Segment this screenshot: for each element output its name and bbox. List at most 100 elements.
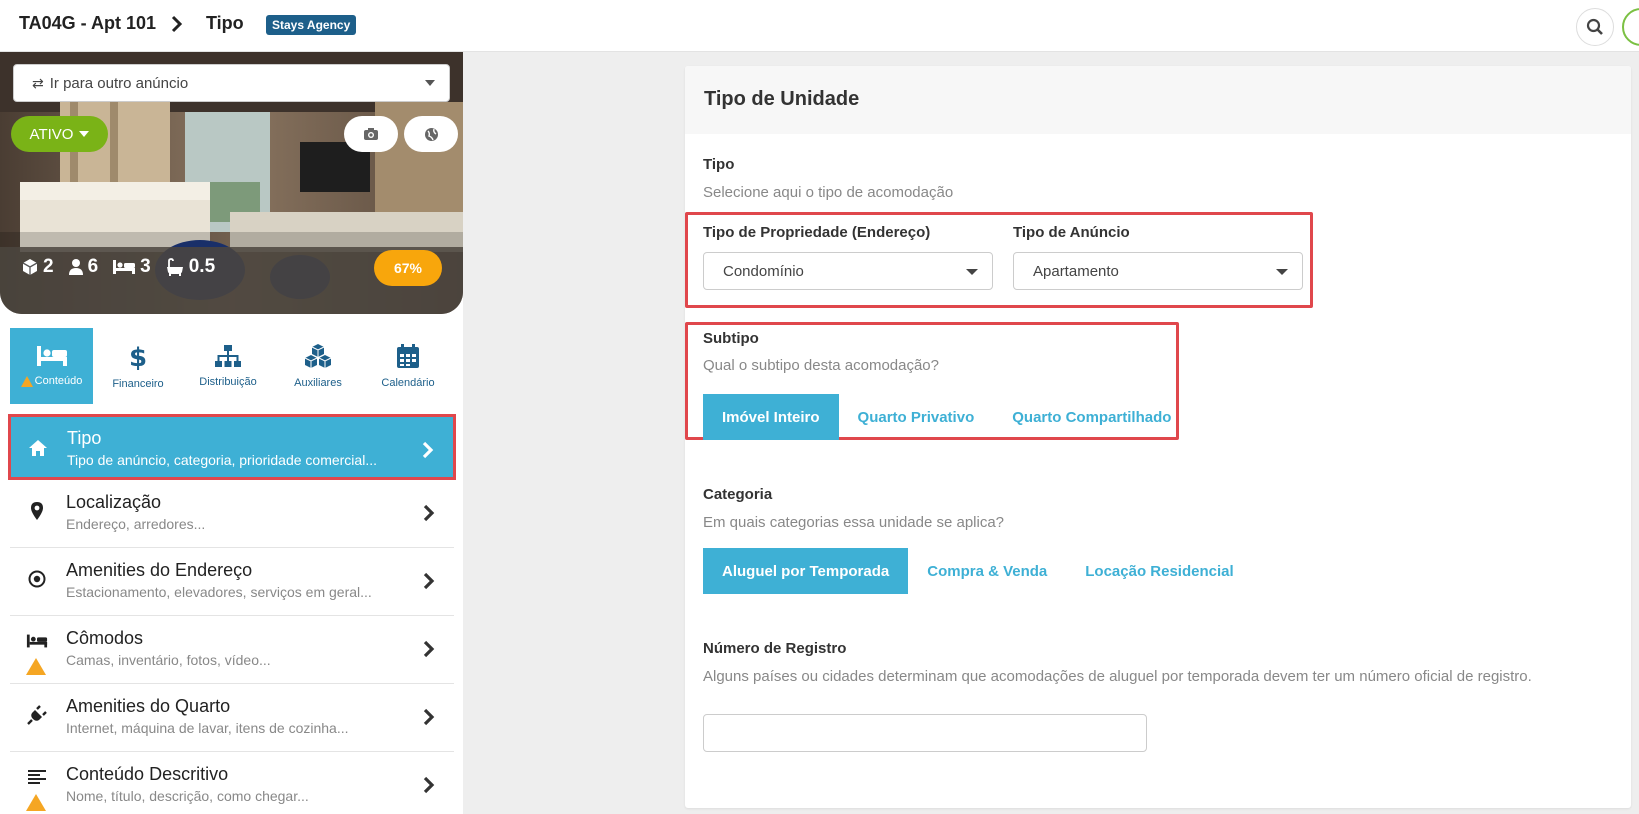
card-title: Tipo de Unidade: [704, 88, 860, 110]
bed-icon: [26, 634, 48, 648]
chevron-right-icon: [423, 572, 435, 590]
dollar-icon: $: [129, 343, 147, 370]
cubes-icon: [304, 344, 332, 368]
categoria-label: Categoria: [703, 486, 773, 503]
photos-button[interactable]: [344, 116, 398, 152]
map-button[interactable]: [404, 116, 458, 152]
completion-badge[interactable]: 67%: [374, 250, 442, 286]
registration-number-input[interactable]: [703, 714, 1147, 752]
plug-icon: [27, 705, 47, 725]
subtype-option-quarto-compartilhado[interactable]: Quarto Compartilhado: [993, 394, 1190, 440]
status-label: ATIVO: [29, 125, 74, 143]
tab-conteudo[interactable]: Conteúdo: [10, 328, 93, 404]
align-left-icon: [28, 770, 46, 784]
menu-item-subtitle: Tipo de anúncio, categoria, prioridade c…: [67, 452, 377, 468]
menu-item-title: Cômodos: [66, 628, 144, 648]
chevron-right-icon: [171, 15, 183, 33]
category-option-aluguel-temporada[interactable]: Aluguel por Temporada: [703, 548, 909, 594]
card-header: Tipo de Unidade: [685, 66, 1631, 134]
stat-units-value: 2: [43, 256, 54, 277]
registro-label: Número de Registro: [703, 640, 847, 657]
menu-item-subtitle: Estacionamento, elevadores, serviços em …: [66, 584, 372, 600]
menu-icon-amenities-endereco: [26, 568, 48, 590]
menu-item-conteudo-descritivo[interactable]: Conteúdo Descritivo Nome, título, descri…: [10, 752, 454, 814]
listing-photo: ⇄ Ir para outro anúncio ATIVO 2 6 3 0.5 …: [0, 52, 463, 314]
target-icon: [28, 570, 46, 588]
subtipo-label: Subtipo: [703, 330, 759, 347]
listing-type-value: Apartamento: [1033, 262, 1119, 280]
tab-auxiliares-label: Auxiliares: [294, 377, 342, 389]
cube-icon: [22, 259, 38, 275]
menu-item-subtitle: Endereço, arredores...: [66, 516, 206, 532]
chevron-right-icon: [422, 441, 434, 459]
search-button[interactable]: [1576, 8, 1614, 46]
tab-auxiliares[interactable]: Auxiliares: [273, 328, 363, 404]
listing-stats: 2 6 3 0.5: [21, 256, 229, 278]
menu-item-title: Localização: [66, 492, 162, 512]
exchange-icon: ⇄: [32, 74, 44, 91]
user-icon: [68, 259, 83, 275]
unit-type-card: Tipo de Unidade Tipo Selecione aqui o ti…: [685, 66, 1631, 808]
tab-financeiro-label: Financeiro: [112, 378, 164, 390]
categoria-help: Em quais categorias essa unidade se apli…: [703, 514, 1005, 531]
subtype-option-quarto-privativo[interactable]: Quarto Privativo: [839, 394, 994, 440]
subtype-segmented: Imóvel Inteiro Quarto Privativo Quarto C…: [703, 394, 1190, 440]
listing-type-label: Tipo de Anúncio: [1013, 224, 1130, 241]
category-segmented: Aluguel por Temporada Compra & Venda Loc…: [703, 548, 1253, 594]
tab-financeiro[interactable]: $ Financeiro: [93, 328, 183, 404]
map-pin-icon: [31, 502, 43, 520]
menu-item-comodos[interactable]: Cômodos Camas, inventário, fotos, vídeo.…: [10, 616, 454, 684]
svg-text:$: $: [129, 343, 147, 370]
content-menu: Tipo Tipo de anúncio, categoria, priorid…: [8, 414, 456, 814]
tipo-help: Selecione aqui o tipo de acomodação: [703, 184, 954, 201]
stat-guests-value: 6: [87, 256, 99, 277]
caret-down-icon: [79, 131, 90, 137]
menu-item-title: Conteúdo Descritivo: [66, 764, 229, 784]
property-type-value: Condomínio: [723, 262, 804, 280]
listing-type-select[interactable]: Apartamento: [1013, 252, 1303, 290]
property-type-select[interactable]: Condomínio: [703, 252, 993, 290]
bed-icon: [36, 346, 67, 366]
menu-icon-localizacao: [26, 500, 48, 522]
menu-item-amenities-quarto[interactable]: Amenities do Quarto Internet, máquina de…: [10, 684, 454, 752]
goto-listing-select[interactable]: ⇄ Ir para outro anúncio: [13, 64, 450, 102]
calendar-icon: [397, 344, 419, 368]
stat-beds-value: 3: [140, 256, 151, 277]
menu-item-tipo[interactable]: Tipo Tipo de anúncio, categoria, priorid…: [8, 414, 456, 480]
registro-help: Alguns países ou cidades determinam que …: [703, 668, 1532, 685]
subtipo-help: Qual o subtipo desta acomodação?: [703, 357, 939, 374]
globe-icon: [424, 127, 438, 141]
stat-guests: 6: [68, 256, 99, 278]
user-avatar[interactable]: [1622, 8, 1639, 46]
stat-beds: 3: [112, 256, 151, 278]
caret-down-icon: [966, 269, 978, 275]
menu-icon-tipo: [27, 437, 49, 459]
warning-icon: [20, 375, 33, 387]
top-bar: TA04G - Apt 101 Tipo Stays Agency: [0, 0, 1639, 52]
menu-icon-conteudo-descritivo: [26, 766, 48, 811]
category-option-locacao-residencial[interactable]: Locação Residencial: [1066, 548, 1252, 594]
breadcrumb-listing[interactable]: TA04G - Apt 101: [19, 13, 156, 34]
warning-icon: [26, 658, 46, 675]
tab-distribuicao-label: Distribuição: [199, 376, 257, 388]
category-option-compra-venda[interactable]: Compra & Venda: [908, 548, 1066, 594]
warning-icon: [26, 794, 46, 811]
agency-badge: Stays Agency: [266, 15, 357, 35]
home-icon: [29, 440, 47, 456]
chevron-right-icon: [423, 776, 435, 794]
stat-baths: 0.5: [165, 256, 215, 278]
menu-item-title: Tipo: [67, 428, 102, 448]
tab-distribuicao[interactable]: Distribuição: [183, 328, 273, 404]
status-dropdown-button[interactable]: ATIVO: [11, 116, 108, 152]
menu-item-amenities-endereco[interactable]: Amenities do Endereço Estacionamento, el…: [10, 548, 454, 616]
menu-item-title: Amenities do Endereço: [66, 560, 253, 580]
bed-icon: [113, 260, 136, 274]
menu-item-localizacao[interactable]: Localização Endereço, arredores...: [10, 480, 454, 548]
menu-item-subtitle: Camas, inventário, fotos, vídeo...: [66, 652, 271, 668]
search-icon: [1586, 18, 1603, 35]
chevron-right-icon: [423, 640, 435, 658]
tab-calendario[interactable]: Calendário: [363, 328, 453, 404]
subtype-option-imovel-inteiro[interactable]: Imóvel Inteiro: [703, 394, 839, 440]
section-tabs: Conteúdo $ Financeiro Distribuição Auxil…: [10, 328, 454, 404]
menu-item-subtitle: Internet, máquina de lavar, itens de coz…: [66, 720, 349, 736]
